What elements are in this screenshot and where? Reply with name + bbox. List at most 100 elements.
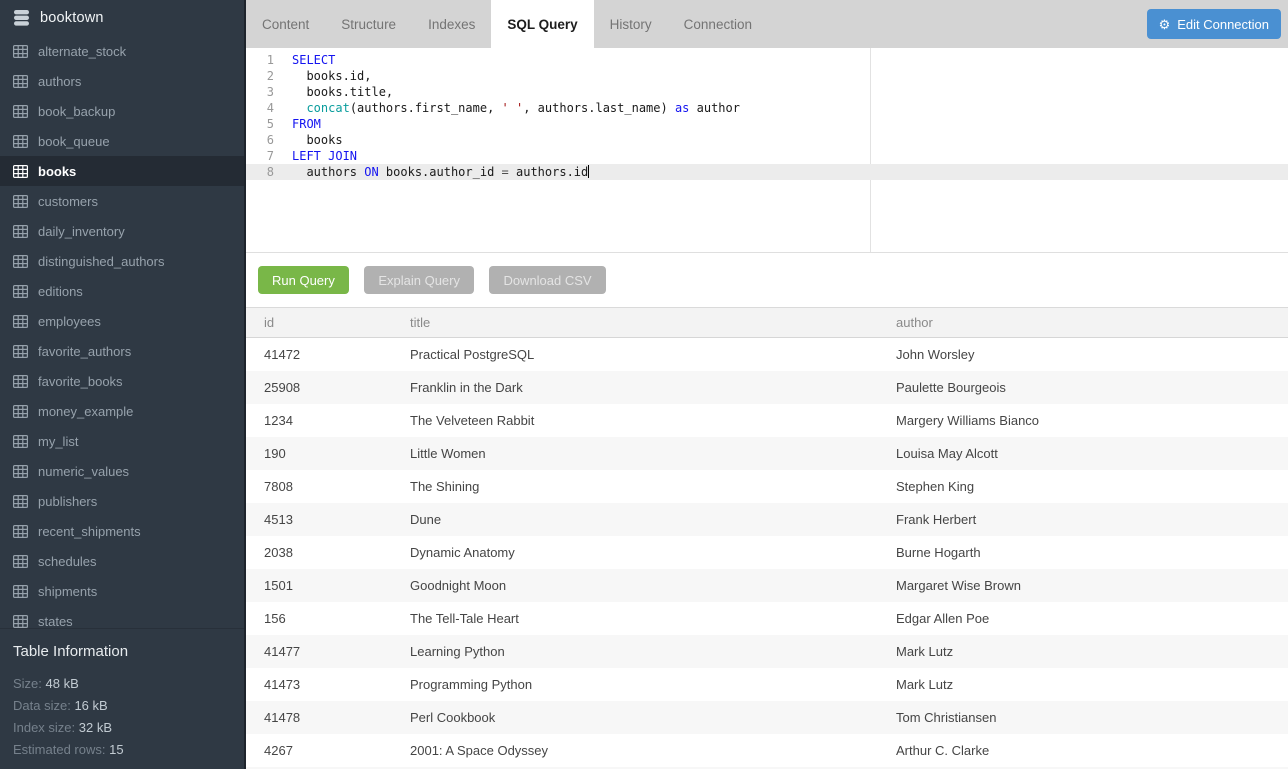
- tab-content[interactable]: Content: [246, 0, 325, 48]
- table-name-label: schedules: [38, 554, 97, 569]
- sidebar-item-favorite-books[interactable]: favorite_books: [0, 366, 244, 396]
- table-cell[interactable]: 190: [246, 437, 392, 470]
- table-cell[interactable]: Paulette Bourgeois: [878, 371, 1288, 404]
- table-cell[interactable]: The Velveteen Rabbit: [392, 404, 878, 437]
- table-cell[interactable]: 41478: [246, 701, 392, 734]
- table-row[interactable]: 2038Dynamic AnatomyBurne Hogarth: [246, 536, 1288, 569]
- table-cell[interactable]: Little Women: [392, 437, 878, 470]
- sql-token: as: [675, 101, 689, 115]
- table-row[interactable]: 25908Franklin in the DarkPaulette Bourge…: [246, 371, 1288, 404]
- download-csv-button[interactable]: Download CSV: [489, 266, 605, 294]
- table-icon: [13, 75, 28, 88]
- table-cell[interactable]: Mark Lutz: [878, 668, 1288, 701]
- table-cell[interactable]: Mark Lutz: [878, 635, 1288, 668]
- table-cell[interactable]: Frank Herbert: [878, 503, 1288, 536]
- table-cell[interactable]: 2038: [246, 536, 392, 569]
- table-row[interactable]: 41478Perl CookbookTom Christiansen: [246, 701, 1288, 734]
- table-row[interactable]: 41477Learning PythonMark Lutz: [246, 635, 1288, 668]
- sql-token: FROM: [292, 117, 321, 131]
- sidebar-item-numeric-values[interactable]: numeric_values: [0, 456, 244, 486]
- table-cell[interactable]: 1501: [246, 569, 392, 602]
- table-icon: [13, 315, 28, 328]
- sidebar-item-money-example[interactable]: money_example: [0, 396, 244, 426]
- tab-history[interactable]: History: [594, 0, 668, 48]
- table-cell[interactable]: Stephen King: [878, 470, 1288, 503]
- table-cell[interactable]: 41477: [246, 635, 392, 668]
- table-cell[interactable]: Goodnight Moon: [392, 569, 878, 602]
- table-cell[interactable]: 156: [246, 602, 392, 635]
- table-cell[interactable]: Louisa May Alcott: [878, 437, 1288, 470]
- code-line-1: 1SELECT: [246, 52, 1288, 68]
- sidebar-item-recent-shipments[interactable]: recent_shipments: [0, 516, 244, 546]
- table-cell[interactable]: Margery Williams Bianco: [878, 404, 1288, 437]
- table-cell[interactable]: 4267: [246, 734, 392, 767]
- edit-connection-button[interactable]: ⚙ Edit Connection: [1147, 9, 1281, 39]
- sidebar-item-states[interactable]: states: [0, 606, 244, 628]
- table-cell[interactable]: The Tell-Tale Heart: [392, 602, 878, 635]
- sidebar-item-my-list[interactable]: my_list: [0, 426, 244, 456]
- table-row[interactable]: 41472Practical PostgreSQLJohn Worsley: [246, 338, 1288, 371]
- table-cell[interactable]: 41472: [246, 338, 392, 371]
- tab-indexes[interactable]: Indexes: [412, 0, 491, 48]
- table-cell[interactable]: Learning Python: [392, 635, 878, 668]
- tab-sql-query[interactable]: SQL Query: [491, 0, 593, 48]
- table-cell[interactable]: 4513: [246, 503, 392, 536]
- sidebar-item-daily-inventory[interactable]: daily_inventory: [0, 216, 244, 246]
- run-query-button[interactable]: Run Query: [258, 266, 349, 294]
- table-row[interactable]: 1501Goodnight MoonMargaret Wise Brown: [246, 569, 1288, 602]
- table-row[interactable]: 42672001: A Space OdysseyArthur C. Clark…: [246, 734, 1288, 767]
- table-row[interactable]: 156The Tell-Tale HeartEdgar Allen Poe: [246, 602, 1288, 635]
- table-row[interactable]: 4513DuneFrank Herbert: [246, 503, 1288, 536]
- table-cell[interactable]: Dynamic Anatomy: [392, 536, 878, 569]
- sidebar-item-authors[interactable]: authors: [0, 66, 244, 96]
- table-cell[interactable]: Margaret Wise Brown: [878, 569, 1288, 602]
- table-list: alternate_stockauthorsbook_backupbook_qu…: [0, 36, 244, 628]
- tab-connection[interactable]: Connection: [668, 0, 768, 48]
- sidebar-item-alternate-stock[interactable]: alternate_stock: [0, 36, 244, 66]
- sidebar-item-book-queue[interactable]: book_queue: [0, 126, 244, 156]
- sidebar-item-customers[interactable]: customers: [0, 186, 244, 216]
- table-cell[interactable]: The Shining: [392, 470, 878, 503]
- sidebar-item-books[interactable]: books: [0, 156, 244, 186]
- sidebar-item-favorite-authors[interactable]: favorite_authors: [0, 336, 244, 366]
- table-cell[interactable]: 1234: [246, 404, 392, 437]
- table-cell[interactable]: Tom Christiansen: [878, 701, 1288, 734]
- table-cell[interactable]: 2001: A Space Odyssey: [392, 734, 878, 767]
- table-cell[interactable]: Dune: [392, 503, 878, 536]
- table-information-heading: Table Information: [13, 643, 231, 660]
- table-row[interactable]: 7808The ShiningStephen King: [246, 470, 1288, 503]
- table-cell[interactable]: Perl Cookbook: [392, 701, 878, 734]
- table-cell[interactable]: 7808: [246, 470, 392, 503]
- sidebar-item-editions[interactable]: editions: [0, 276, 244, 306]
- table-name-label: distinguished_authors: [38, 254, 164, 269]
- sql-editor[interactable]: 1SELECT2 books.id,3 books.title,4 concat…: [246, 48, 1288, 253]
- sidebar-item-employees[interactable]: employees: [0, 306, 244, 336]
- table-cell[interactable]: John Worsley: [878, 338, 1288, 371]
- table-cell[interactable]: Practical PostgreSQL: [392, 338, 878, 371]
- table-icon: [13, 135, 28, 148]
- table-info-stat-index-size-: Index size: 32 kB: [13, 717, 231, 739]
- database-header[interactable]: booktown: [0, 0, 244, 36]
- explain-query-button[interactable]: Explain Query: [364, 266, 474, 294]
- tab-structure[interactable]: Structure: [325, 0, 412, 48]
- sidebar-item-book-backup[interactable]: book_backup: [0, 96, 244, 126]
- table-cell[interactable]: Programming Python: [392, 668, 878, 701]
- table-cell[interactable]: Franklin in the Dark: [392, 371, 878, 404]
- table-cell[interactable]: Arthur C. Clarke: [878, 734, 1288, 767]
- table-icon: [13, 45, 28, 58]
- table-icon: [13, 405, 28, 418]
- table-cell[interactable]: 41473: [246, 668, 392, 701]
- sidebar-item-shipments[interactable]: shipments: [0, 576, 244, 606]
- sidebar-item-publishers[interactable]: publishers: [0, 486, 244, 516]
- code-text: books: [292, 132, 343, 148]
- gear-icon: ⚙: [1159, 18, 1171, 31]
- table-row[interactable]: 41473Programming PythonMark Lutz: [246, 668, 1288, 701]
- table-cell[interactable]: Burne Hogarth: [878, 536, 1288, 569]
- sql-token: SELECT: [292, 53, 335, 67]
- table-row[interactable]: 1234The Velveteen RabbitMargery Williams…: [246, 404, 1288, 437]
- sidebar-item-schedules[interactable]: schedules: [0, 546, 244, 576]
- table-cell[interactable]: Edgar Allen Poe: [878, 602, 1288, 635]
- table-cell[interactable]: 25908: [246, 371, 392, 404]
- sidebar-item-distinguished-authors[interactable]: distinguished_authors: [0, 246, 244, 276]
- table-row[interactable]: 190Little WomenLouisa May Alcott: [246, 437, 1288, 470]
